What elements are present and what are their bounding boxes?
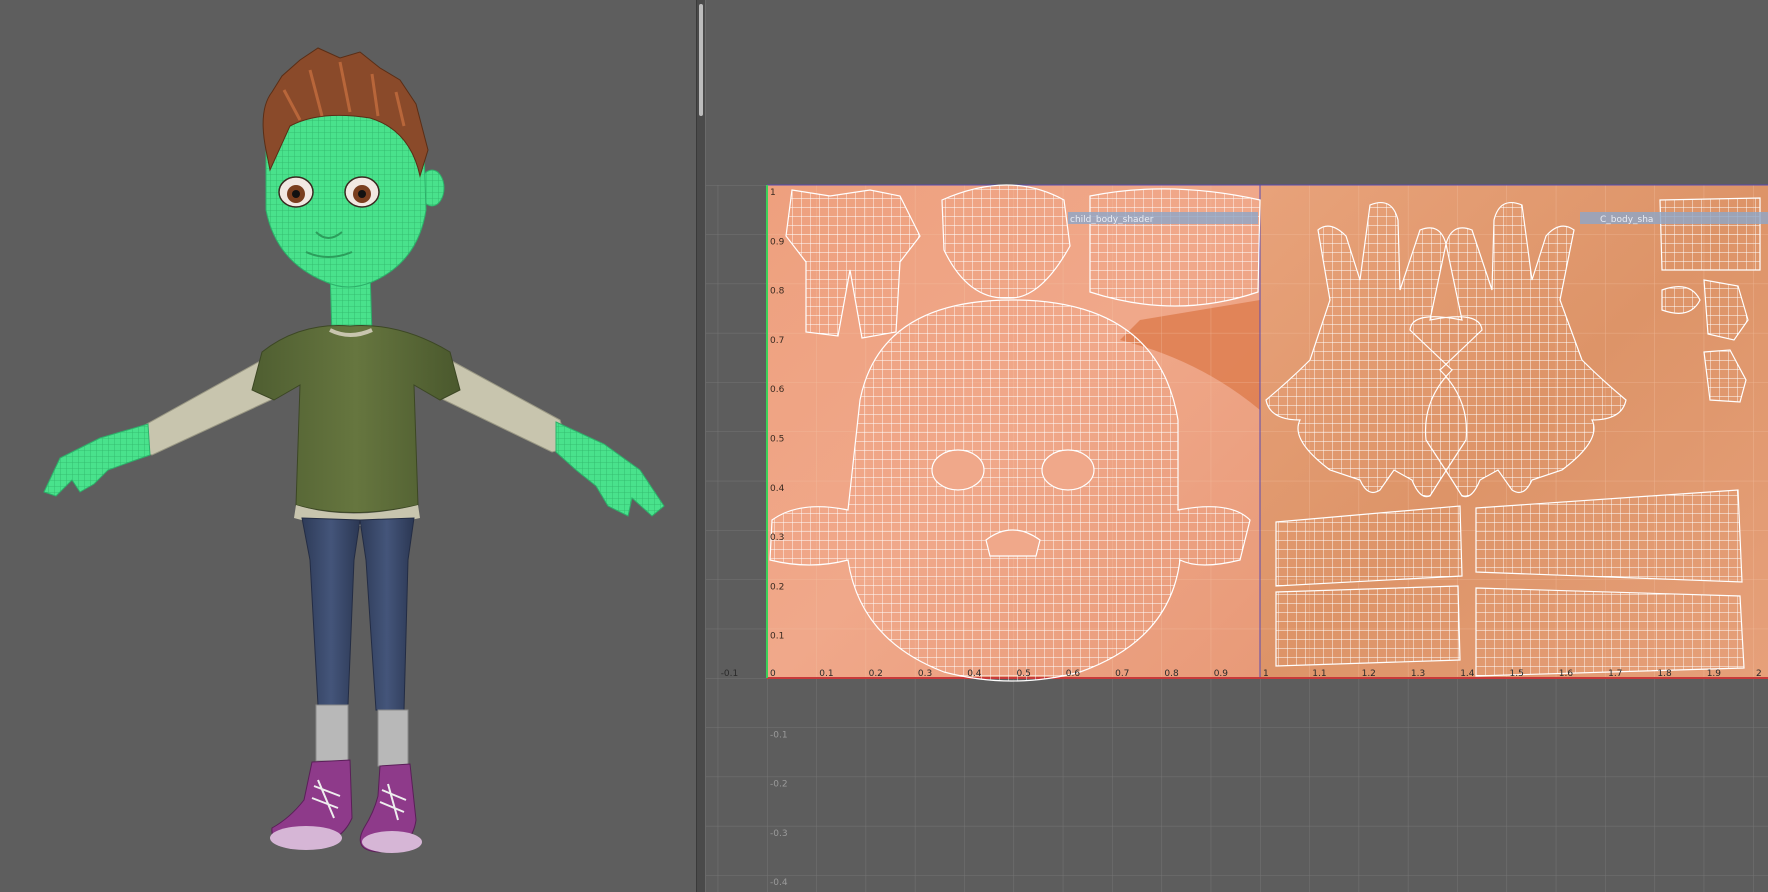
u-tick-label: 1.7 — [1608, 669, 1622, 679]
u-tick-label: 1.1 — [1312, 669, 1326, 679]
u-tick-label: 0.1 — [819, 669, 833, 679]
left-shoe — [270, 759, 353, 850]
shirt — [251, 325, 461, 513]
u-tick-label: 1.8 — [1657, 669, 1672, 679]
character-model[interactable] — [0, 0, 696, 892]
u-tick-label: 1.5 — [1510, 669, 1524, 679]
left-sock — [315, 704, 349, 762]
v-tick-label: -0.4 — [770, 878, 788, 888]
u-tick-label: 0.6 — [1066, 669, 1081, 679]
right-arm — [439, 359, 665, 517]
v-tick-label: -0.1 — [770, 730, 788, 740]
jeans — [301, 517, 415, 711]
v-tick-label: -0.3 — [770, 829, 788, 839]
uv-texture-editor[interactable]: child_body_shader C_body_sha -0.1 0 0.1 0.2… — [706, 0, 1768, 892]
shell-label: child_body_shader — [1070, 215, 1154, 225]
v-tick-label: 0.4 — [770, 484, 785, 494]
v-tick-label: 0.5 — [770, 435, 784, 445]
u-tick-label: 0.7 — [1115, 669, 1129, 679]
u-tick-label: 2 — [1756, 669, 1762, 679]
left-arm — [43, 359, 276, 497]
u-tick-label: 1.6 — [1559, 669, 1574, 679]
v-tick-label: 0.8 — [770, 287, 785, 297]
v-tick-label: 0.9 — [770, 237, 785, 247]
u-tick-label: -0.1 — [721, 669, 739, 679]
shell-label: C_body_sha — [1600, 215, 1653, 225]
panel-splitter[interactable] — [696, 0, 706, 892]
v-tick-label: 0.1 — [770, 632, 784, 642]
perspective-viewport[interactable] — [0, 0, 696, 892]
u-tick-label: 0 — [770, 669, 776, 679]
v-tick-label: 0.6 — [770, 385, 785, 395]
right-sock — [377, 709, 409, 767]
u-tick-label: 1.3 — [1411, 669, 1425, 679]
u-tick-label: 0.5 — [1017, 669, 1031, 679]
u-tick-label: 1.4 — [1460, 669, 1475, 679]
right-shoe — [359, 763, 422, 853]
u-tick-label: 0.8 — [1164, 669, 1179, 679]
v-tick-label: 0.3 — [770, 533, 784, 543]
u-tick-label: 0.3 — [918, 669, 932, 679]
v-tick-label: -0.2 — [770, 780, 788, 790]
u-tick-label: 1.2 — [1362, 669, 1376, 679]
v-tick-label: 1 — [770, 188, 776, 198]
head — [262, 47, 445, 288]
u-tick-label: 0.2 — [869, 669, 883, 679]
uv-canvas[interactable]: child_body_shader C_body_sha -0.1 0 0.1 0.2… — [706, 0, 1768, 892]
u-tick-label: 1.9 — [1707, 669, 1722, 679]
u-tick-label: 0.4 — [967, 669, 982, 679]
v-tick-label: 0.7 — [770, 336, 784, 346]
scrollbar-thumb[interactable] — [699, 4, 703, 116]
u-tick-label: 0.9 — [1214, 669, 1229, 679]
v-tick-label: 0.2 — [770, 582, 784, 592]
u-tick-label: 1 — [1263, 669, 1269, 679]
